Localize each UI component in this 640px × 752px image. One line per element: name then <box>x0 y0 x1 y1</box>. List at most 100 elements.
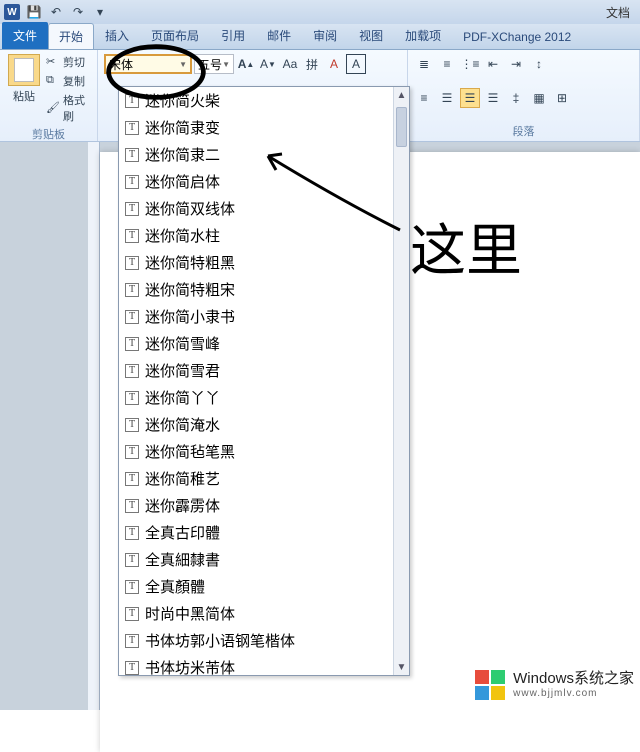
char-border-button[interactable]: A <box>346 54 366 74</box>
font-option[interactable]: T迷你简丫丫 <box>119 384 409 411</box>
font-option[interactable]: T迷你简隶变 <box>119 114 409 141</box>
bullets-button[interactable]: ≣ <box>414 54 434 74</box>
font-option[interactable]: T 迷你简双线体 <box>119 195 409 222</box>
font-option[interactable]: T 迷你简雪君 <box>119 357 409 384</box>
redo-button[interactable]: ↷ <box>68 2 88 22</box>
align-center-button[interactable]: ☰ <box>437 88 457 108</box>
truetype-icon: T <box>125 337 139 351</box>
qat-more-button[interactable]: ▾ <box>90 2 110 22</box>
multilevel-list-button[interactable]: ⋮≡ <box>460 54 480 74</box>
font-option[interactable]: T迷你简毡笔黑 <box>119 438 409 465</box>
truetype-icon: T <box>125 364 139 378</box>
font-family-value: 宋体 <box>109 56 133 73</box>
truetype-icon: T <box>125 418 139 432</box>
font-option[interactable]: T 迷你简淹水 <box>119 411 409 438</box>
font-option[interactable]: T迷你简小隶书 <box>119 303 409 330</box>
font-option[interactable]: T 迷你霹雳体 <box>119 492 409 519</box>
font-option-name: 迷你简淹水 <box>145 414 220 435</box>
font-option[interactable]: T迷你简水柱 <box>119 222 409 249</box>
increase-indent-button[interactable]: ⇥ <box>506 54 526 74</box>
undo-button[interactable]: ↶ <box>46 2 66 22</box>
brush-icon: 🖌 <box>46 101 60 115</box>
tab-view[interactable]: 视图 <box>348 22 394 49</box>
line-spacing-button[interactable]: ‡ <box>506 88 526 108</box>
align-left-button[interactable]: ≡ <box>414 88 434 108</box>
font-option-name: 书体坊米芾体 <box>145 657 235 675</box>
save-button[interactable]: 💾 <box>24 2 44 22</box>
truetype-icon: T <box>125 661 139 675</box>
truetype-icon: T <box>125 607 139 621</box>
scroll-down-arrow[interactable]: ▼ <box>394 659 409 675</box>
scroll-up-arrow[interactable]: ▲ <box>394 87 409 103</box>
tab-file[interactable]: 文件 <box>2 22 48 49</box>
cut-button[interactable]: ✂剪切 <box>46 54 91 70</box>
align-justify-button[interactable]: ☰ <box>460 88 480 108</box>
align-distribute-button[interactable]: ☰ <box>483 88 503 108</box>
font-option[interactable]: T 迷你简启体 <box>119 168 409 195</box>
tab-mailings[interactable]: 邮件 <box>256 22 302 49</box>
watermark-brand: Windows系统之家 <box>513 671 634 688</box>
paragraph-group: ≣ ≡ ⋮≡ ⇤ ⇥ ↕ ≡ ☰ ☰ ☰ ‡ ▦ ⊞ 段落 <box>408 50 640 141</box>
decrease-indent-button[interactable]: ⇤ <box>483 54 503 74</box>
borders-button[interactable]: ⊞ <box>552 88 572 108</box>
truetype-icon: T <box>125 256 139 270</box>
font-option[interactable]: T迷你简特粗黑 <box>119 249 409 276</box>
font-option-name: 迷你简启体 <box>145 171 220 192</box>
copy-button[interactable]: ⧉复制 <box>46 73 91 89</box>
font-option[interactable]: T 迷你简雪峰 <box>119 330 409 357</box>
font-option-name: 全真細隸書 <box>145 549 220 570</box>
paste-button[interactable]: 粘贴 <box>6 54 42 124</box>
font-option[interactable]: T 迷你简火柴 <box>119 87 409 114</box>
font-option-name: 迷你简毡笔黑 <box>145 441 235 462</box>
tab-insert[interactable]: 插入 <box>94 22 140 49</box>
truetype-icon: T <box>125 94 139 108</box>
phonetic-guide-button[interactable]: 拼 <box>302 54 322 74</box>
font-option-name: 迷你简双线体 <box>145 198 235 219</box>
shrink-font-button[interactable]: A▼ <box>258 54 278 74</box>
font-option[interactable]: T 书体坊米芾体 <box>119 654 409 675</box>
truetype-icon: T <box>125 175 139 189</box>
numbering-button[interactable]: ≡ <box>437 54 457 74</box>
scroll-thumb[interactable] <box>396 107 407 147</box>
title-bar: W 💾 ↶ ↷ ▾ 文档 <box>0 0 640 24</box>
font-family-combobox[interactable]: 宋体 ▼ <box>104 54 192 74</box>
truetype-icon: T <box>125 499 139 513</box>
font-option[interactable]: T迷你简稚艺 <box>119 465 409 492</box>
tab-pdf-xchange[interactable]: PDF-XChange 2012 <box>452 25 582 49</box>
font-option[interactable]: T迷你简特粗宋 <box>119 276 409 303</box>
font-option-name: 迷你简雪峰 <box>145 333 220 354</box>
clipboard-group: 粘贴 ✂剪切 ⧉复制 🖌格式刷 剪贴板 <box>0 50 98 141</box>
font-option-name: 迷你简隶变 <box>145 117 220 138</box>
truetype-icon: T <box>125 472 139 486</box>
grow-font-button[interactable]: A▲ <box>236 54 256 74</box>
font-option[interactable]: T迷你简隶二 <box>119 141 409 168</box>
font-option-name: 全真古印體 <box>145 522 220 543</box>
font-size-combobox[interactable]: 五号 ▼ <box>194 54 234 74</box>
ribbon-tabs: 文件 开始 插入 页面布局 引用 邮件 审阅 视图 加载项 PDF-XChang… <box>0 24 640 50</box>
change-case-button[interactable]: Aa <box>280 54 300 74</box>
font-option[interactable]: T全真顏體 <box>119 573 409 600</box>
sort-button[interactable]: ↕ <box>529 54 549 74</box>
tab-review[interactable]: 审阅 <box>302 22 348 49</box>
font-option-name: 迷你简雪君 <box>145 360 220 381</box>
truetype-icon: T <box>125 202 139 216</box>
tab-addins[interactable]: 加载项 <box>394 22 452 49</box>
dropdown-scrollbar[interactable]: ▲ ▼ <box>393 87 409 675</box>
shading-button[interactable]: ▦ <box>529 88 549 108</box>
font-option-name: 迷你简火柴 <box>145 90 220 111</box>
vertical-ruler <box>88 142 100 710</box>
font-option[interactable]: T书体坊郭小语钢笔楷体 <box>119 627 409 654</box>
tab-page-layout[interactable]: 页面布局 <box>140 22 210 49</box>
font-option[interactable]: T时尚中黑简体 <box>119 600 409 627</box>
font-option-name: 迷你霹雳体 <box>145 495 220 516</box>
tab-home[interactable]: 开始 <box>48 23 94 49</box>
tab-references[interactable]: 引用 <box>210 22 256 49</box>
paste-icon <box>8 54 40 86</box>
font-option[interactable]: T全真古印體 <box>119 519 409 546</box>
format-painter-button[interactable]: 🖌格式刷 <box>46 92 91 124</box>
truetype-icon: T <box>125 634 139 648</box>
font-option[interactable]: T全真細隸書 <box>119 546 409 573</box>
clear-formatting-button[interactable]: A <box>324 54 344 74</box>
chevron-down-icon: ▼ <box>179 60 187 69</box>
font-dropdown-list[interactable]: T迷你简火柴T迷你简隶变T迷你简隶二T迷你简启体T迷你简双线体T迷你简水柱T迷你… <box>118 86 410 676</box>
